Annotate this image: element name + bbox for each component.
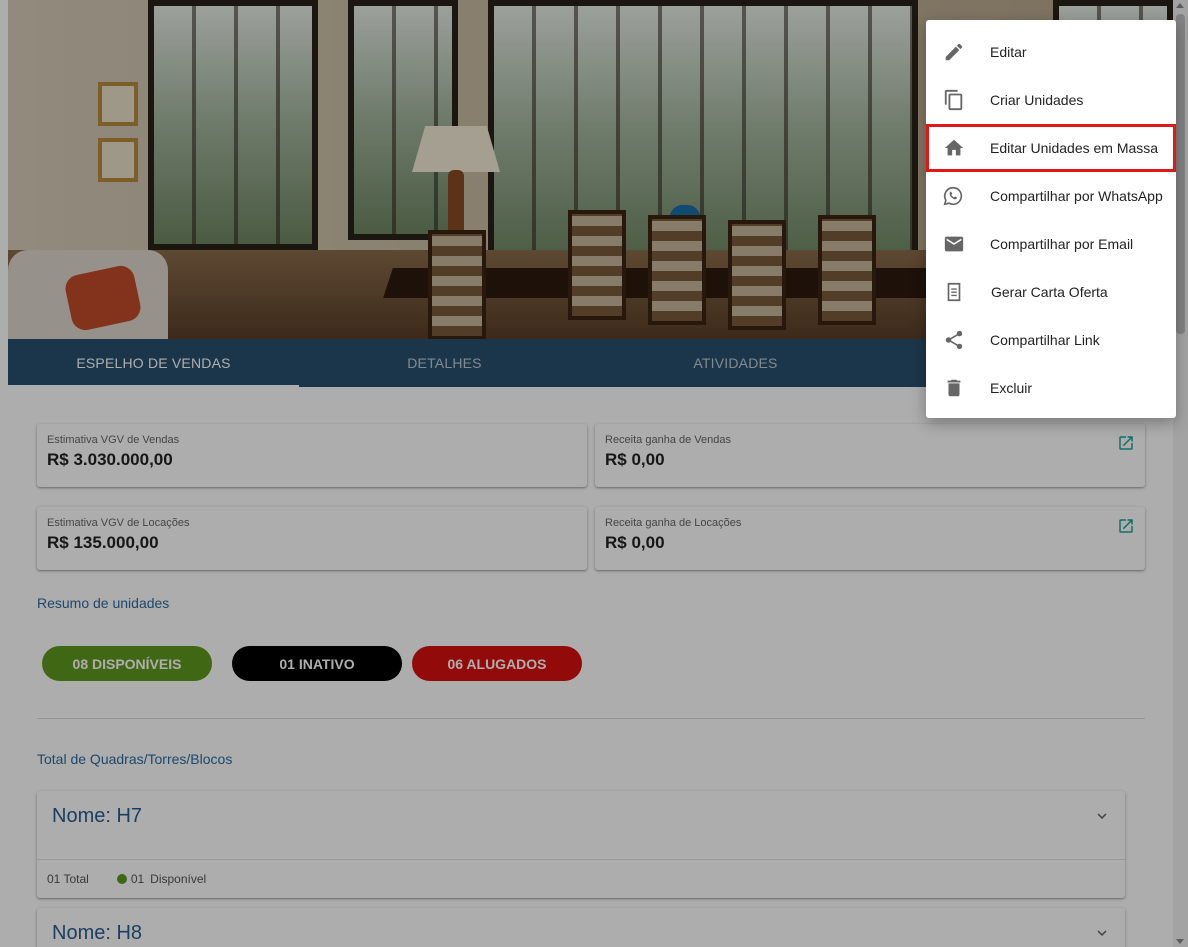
chevron-down-icon[interactable]	[1093, 807, 1111, 825]
stat-card-receita-vendas: Receita ganha de Vendas R$ 0,00	[595, 424, 1145, 487]
block-total: 01 Total	[47, 872, 89, 886]
menu-item-label: Gerar Carta Oferta	[991, 284, 1108, 300]
scroll-down-arrow[interactable]	[1176, 939, 1184, 944]
blocks-title: Total de Quadras/Torres/Blocos	[37, 751, 233, 767]
menu-item-criar-unidades[interactable]: Criar Unidades	[926, 76, 1176, 124]
email-icon	[944, 236, 964, 252]
stat-value: R$ 0,00	[605, 533, 665, 552]
menu-item-compartilhar-link[interactable]: Compartilhar Link	[926, 316, 1176, 364]
stat-label: Receita ganha de Locações	[605, 517, 742, 529]
menu-item-label: Compartilhar Link	[990, 332, 1100, 348]
block-name: Nome: H8	[52, 922, 143, 944]
scroll-thumb[interactable]	[1176, 14, 1185, 334]
document-icon	[947, 282, 961, 302]
pill-alugados[interactable]: 06 ALUGADOS	[412, 646, 582, 681]
pill-inativo[interactable]: 01 INATIVO	[232, 646, 402, 681]
chevron-down-icon[interactable]	[1093, 924, 1111, 942]
context-menu: Editar Criar Unidades Editar Unidades em…	[926, 20, 1176, 418]
tab-atividades[interactable]: ATIVIDADES	[590, 339, 881, 387]
menu-item-label: Compartilhar por Email	[990, 236, 1134, 252]
tab-detalhes[interactable]: DETALHES	[299, 339, 590, 387]
block-card-h7[interactable]: Nome: H7 01 Total 01 Disponível	[37, 791, 1125, 898]
stat-value: R$ 135.000,00	[47, 533, 159, 552]
pencil-icon	[945, 43, 963, 61]
block-card-h8[interactable]: Nome: H8	[37, 908, 1125, 947]
stat-label: Estimativa VGV de Vendas	[47, 434, 180, 446]
menu-item-editar[interactable]: Editar	[926, 28, 1176, 76]
summary-title: Resumo de unidades	[37, 595, 170, 611]
sales-content: Estimativa VGV de Vendas R$ 3.030.000,00…	[8, 387, 1173, 947]
open-external-icon[interactable]	[1117, 434, 1135, 452]
menu-item-label: Excluir	[990, 380, 1033, 396]
open-external-icon[interactable]	[1117, 517, 1135, 535]
menu-item-compartilhar-email[interactable]: Compartilhar por Email	[926, 220, 1176, 268]
menu-item-excluir[interactable]: Excluir	[926, 364, 1176, 412]
menu-item-label: Editar	[990, 44, 1027, 60]
tab-espelho-de-vendas[interactable]: ESPELHO DE VENDAS	[8, 339, 299, 387]
whatsapp-icon	[943, 186, 963, 206]
stat-label: Receita ganha de Vendas	[605, 434, 731, 446]
stat-card-receita-locacoes: Receita ganha de Locações R$ 0,00	[595, 507, 1145, 570]
block-footer: 01 Total 01 Disponível	[37, 859, 1125, 898]
trash-icon	[947, 379, 961, 397]
pill-disponiveis[interactable]: 08 DISPONÍVEIS	[42, 646, 212, 681]
stat-card-vgv-locacoes: Estimativa VGV de Locações R$ 135.000,00	[37, 507, 587, 570]
scroll-up-arrow[interactable]	[1176, 3, 1184, 8]
copy-icon	[944, 89, 963, 111]
menu-item-editar-unidades-em-massa[interactable]: Editar Unidades em Massa	[926, 124, 1176, 172]
stat-value: R$ 0,00	[605, 450, 665, 469]
available-label: Disponível	[150, 872, 207, 886]
menu-item-gerar-carta-oferta[interactable]: Gerar Carta Oferta	[926, 268, 1176, 316]
share-icon	[945, 330, 963, 350]
stat-value: R$ 3.030.000,00	[47, 450, 173, 469]
available-dot	[116, 874, 127, 884]
divider	[37, 718, 1145, 719]
menu-item-compartilhar-whatsapp[interactable]: Compartilhar por WhatsApp	[926, 172, 1176, 220]
stat-card-vgv-vendas: Estimativa VGV de Vendas R$ 3.030.000,00	[37, 424, 587, 487]
available-count: 01	[130, 872, 145, 886]
home-icon	[944, 139, 964, 156]
menu-item-label: Criar Unidades	[990, 92, 1084, 108]
block-name: Nome: H7	[52, 805, 143, 827]
stat-label: Estimativa VGV de Locações	[47, 517, 190, 529]
menu-item-label: Compartilhar por WhatsApp	[990, 188, 1163, 204]
menu-item-label: Editar Unidades em Massa	[990, 140, 1159, 156]
